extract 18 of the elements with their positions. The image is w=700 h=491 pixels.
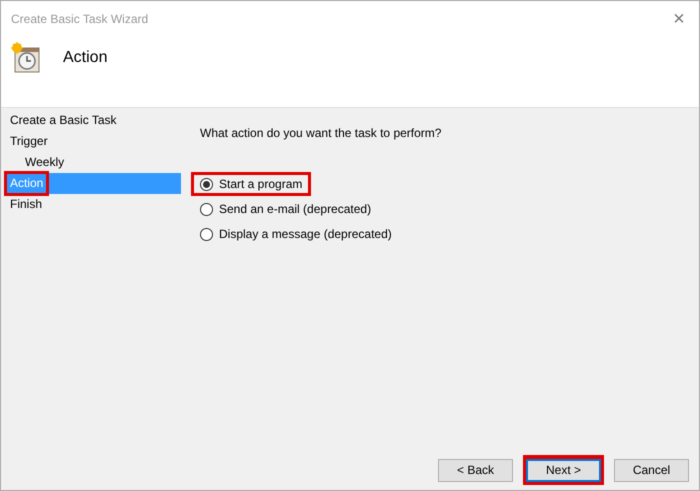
wizard-button[interactable]: Cancel	[614, 458, 689, 482]
radio-button[interactable]	[200, 228, 213, 240]
step-label: Trigger	[9, 133, 49, 150]
window-title: Create Basic Task Wizard	[11, 11, 148, 28]
question-text: What action do you want the task to perform?	[200, 125, 442, 142]
step-label: Action	[7, 174, 46, 193]
step-label: Create a Basic Task	[9, 112, 118, 129]
page-heading: Action	[63, 48, 108, 68]
wizard-button[interactable]: < Back	[438, 458, 513, 482]
close-button[interactable]: ×	[659, 4, 699, 34]
step-label: Finish	[9, 196, 44, 213]
step-label: Weekly	[24, 154, 66, 171]
radio-option[interactable]: Send an e-mail (deprecated)	[194, 200, 378, 218]
radio-button[interactable]	[200, 178, 213, 190]
radio-option[interactable]: Start a program	[194, 175, 308, 193]
wizard-button[interactable]: Next >	[526, 458, 601, 482]
radio-option[interactable]: Display a message (deprecated)	[194, 225, 398, 243]
radio-button[interactable]	[200, 202, 213, 216]
